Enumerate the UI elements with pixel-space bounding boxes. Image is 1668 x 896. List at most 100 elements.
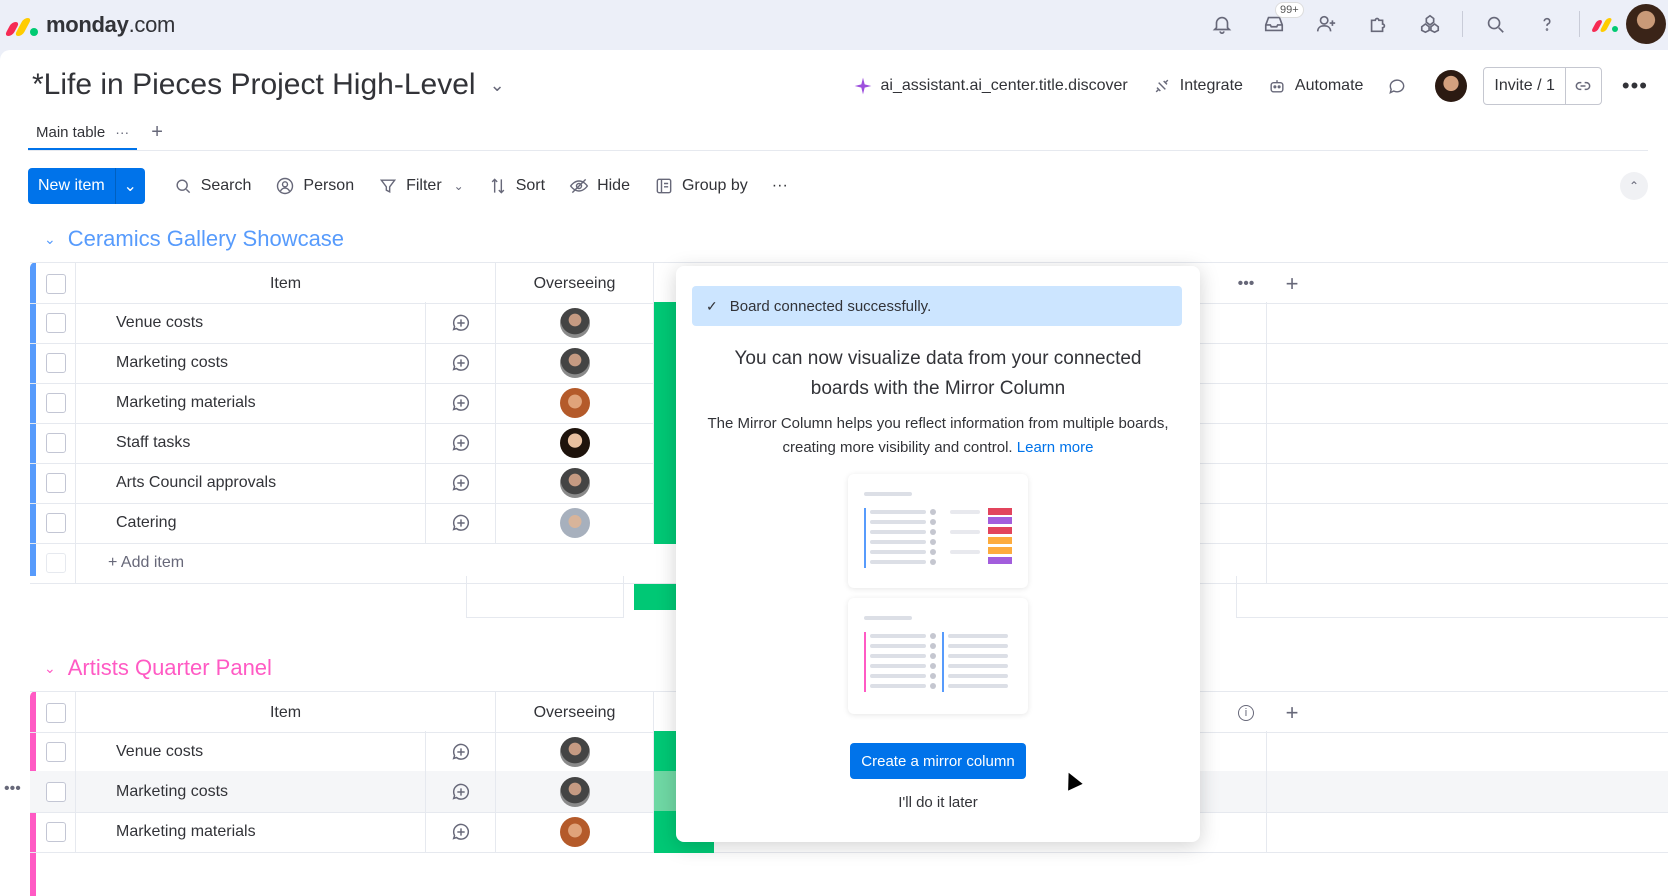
help-icon	[1543, 17, 1551, 31]
invite-button[interactable]: Invite / 1	[1483, 67, 1602, 105]
learn-more-link[interactable]: Learn more	[1017, 439, 1094, 456]
add-update-button[interactable]	[426, 302, 496, 344]
column-header-item[interactable]: Item	[76, 692, 496, 734]
summary-cell	[1236, 576, 1668, 618]
do-it-later-link[interactable]: I'll do it later	[850, 794, 1026, 811]
updates-button[interactable]	[1375, 66, 1419, 106]
owner-cell[interactable]	[496, 811, 654, 853]
board-owner-avatar[interactable]	[1435, 70, 1468, 102]
column-header-item[interactable]: Item	[76, 263, 496, 305]
add-update-button[interactable]	[426, 731, 496, 773]
automate-label: Automate	[1294, 77, 1364, 94]
column-header-overseeing[interactable]: Overseeing	[496, 692, 654, 734]
item-name[interactable]: Marketing materials	[76, 811, 426, 853]
row-checkbox[interactable]	[36, 382, 76, 424]
tab-main-table[interactable]: Main table ···	[28, 114, 138, 150]
group-title[interactable]: ⌄ Artists Quarter Panel	[44, 655, 272, 681]
column-header-overseeing[interactable]: Overseeing	[496, 263, 654, 305]
invite-members-button[interactable]	[1300, 0, 1352, 48]
add-update-button[interactable]	[426, 462, 496, 504]
select-all-checkbox[interactable]	[36, 263, 76, 305]
empty-cell	[1266, 502, 1668, 544]
new-item-button[interactable]: New item ⌄	[28, 168, 145, 204]
info-icon[interactable]: i	[1226, 692, 1266, 734]
search-tool[interactable]: Search	[161, 168, 264, 204]
group-by-tool[interactable]: Group by	[642, 168, 760, 204]
add-update-button[interactable]	[426, 382, 496, 424]
item-name[interactable]: Marketing costs	[76, 342, 426, 384]
add-update-button[interactable]	[426, 502, 496, 544]
item-name[interactable]: Arts Council approvals	[76, 462, 426, 504]
board-toolbar: New item ⌄ Search Person Filter ⌄ Sort H…	[28, 168, 800, 204]
chevron-down-icon[interactable]: ⌄	[44, 660, 56, 677]
board-more-button[interactable]: •••	[1602, 73, 1668, 99]
chevron-down-icon[interactable]: ⌄	[490, 75, 505, 96]
monday-logo[interactable]: monday.com	[4, 12, 175, 38]
toolbar-more-button[interactable]: ···	[760, 168, 800, 204]
filter-tool[interactable]: Filter ⌄	[366, 168, 476, 204]
item-name[interactable]: Catering	[76, 502, 426, 544]
logo-mark-icon	[4, 14, 38, 36]
chevron-up-icon: ⌃	[1628, 179, 1640, 193]
add-update-button[interactable]	[426, 342, 496, 384]
owner-cell[interactable]	[496, 302, 654, 344]
column-more-icon[interactable]: •••	[1226, 263, 1266, 305]
item-name[interactable]: Venue costs	[76, 731, 426, 773]
tab-more-icon[interactable]: ···	[115, 124, 129, 140]
row-checkbox[interactable]	[36, 422, 76, 464]
person-filter[interactable]: Person	[263, 168, 366, 204]
row-checkbox[interactable]	[36, 811, 76, 853]
add-update-button[interactable]	[426, 811, 496, 853]
item-name[interactable]: Staff tasks	[76, 422, 426, 464]
copy-link-button[interactable]	[1564, 68, 1601, 104]
inbox-button[interactable]: 99+	[1248, 0, 1304, 48]
automate-button[interactable]: Automate	[1255, 66, 1375, 106]
add-column-button[interactable]: +	[1272, 263, 1312, 305]
owner-cell[interactable]	[496, 462, 654, 504]
hide-tool[interactable]: Hide	[557, 168, 642, 204]
add-view-button[interactable]: +	[151, 121, 163, 144]
item-name[interactable]: Marketing costs	[76, 771, 426, 813]
create-mirror-column-button[interactable]: Create a mirror column	[850, 743, 1026, 779]
empty-cell	[1266, 422, 1668, 464]
row-checkbox[interactable]	[36, 342, 76, 384]
board-title[interactable]: *Life in Pieces Project High-Level ⌄	[32, 68, 505, 102]
row-checkbox[interactable]	[36, 502, 76, 544]
owner-cell[interactable]	[496, 731, 654, 773]
chevron-down-icon[interactable]: ⌄	[114, 168, 145, 204]
select-all-checkbox[interactable]	[36, 692, 76, 734]
owner-cell[interactable]	[496, 502, 654, 544]
robot-icon	[1270, 80, 1284, 93]
product-switcher-button[interactable]	[1586, 0, 1626, 48]
chevron-down-icon[interactable]: ⌄	[454, 179, 464, 193]
empty-cell	[1266, 811, 1668, 853]
item-name[interactable]: Venue costs	[76, 302, 426, 344]
add-column-button[interactable]: +	[1272, 692, 1312, 734]
row-checkbox[interactable]	[36, 731, 76, 773]
row-checkbox[interactable]	[36, 462, 76, 504]
apps-button[interactable]	[1352, 0, 1404, 48]
row-more-icon[interactable]: •••	[4, 780, 21, 798]
integrate-button[interactable]: Integrate	[1140, 66, 1255, 106]
add-update-button[interactable]	[426, 771, 496, 813]
owner-cell[interactable]	[496, 382, 654, 424]
row-checkbox[interactable]	[36, 771, 76, 813]
row-checkbox[interactable]	[36, 302, 76, 344]
sort-tool[interactable]: Sort	[476, 168, 557, 204]
help-button[interactable]	[1521, 0, 1573, 48]
ai-assistant-button[interactable]: ai_assistant.ai_center.title.discover	[841, 66, 1140, 106]
chevron-down-icon[interactable]: ⌄	[44, 231, 56, 248]
owner-cell[interactable]	[496, 422, 654, 464]
marketplace-button[interactable]	[1404, 0, 1456, 48]
item-name[interactable]: Marketing materials	[76, 382, 426, 424]
search-button[interactable]	[1469, 0, 1521, 48]
user-avatar[interactable]	[1626, 4, 1666, 44]
notifications-button[interactable]	[1196, 0, 1248, 48]
group-title[interactable]: ⌄ Ceramics Gallery Showcase	[44, 226, 344, 252]
person-label: Person	[303, 177, 355, 194]
owner-cell[interactable]	[496, 771, 654, 813]
add-update-button[interactable]	[426, 422, 496, 464]
owner-cell[interactable]	[496, 342, 654, 384]
collapse-header-button[interactable]: ⌃	[1620, 172, 1648, 200]
tab-label: Main table	[36, 123, 106, 141]
